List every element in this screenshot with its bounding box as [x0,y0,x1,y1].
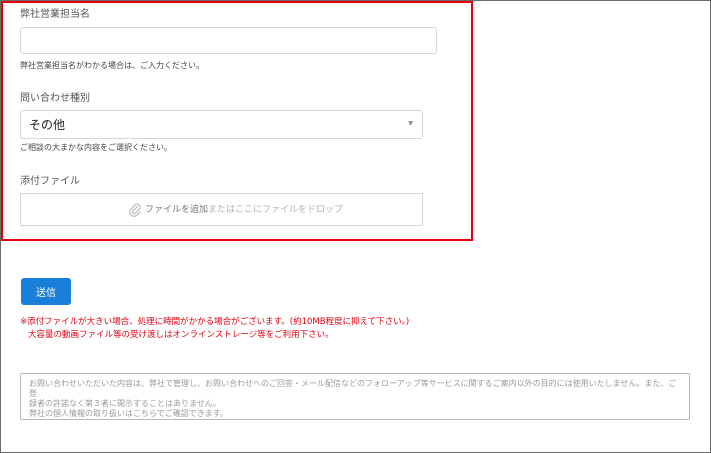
sales-rep-label: 弊社営業担当名 [20,9,90,20]
privacy-notice-box: お問い合わせいただいた内容は、弊社で管理し、お問い合わせへのご回答・メール配信な… [20,373,690,420]
file-dropzone[interactable]: ファイルを追加 またはここにファイルをドロップ [20,193,423,226]
large-file-warning: 大容量の動画ファイル等の受け渡しはオンラインストレージ等をご利用下さい。 [28,330,334,340]
privacy-text-line-1: お問い合わせいただいた内容は、弊社で管理し、お問い合わせへのご回答・メール配信な… [29,379,677,398]
sales-rep-hint: 弊社営業担当名がわかる場合は、ご入力ください。 [20,61,204,70]
sales-rep-input[interactable] [20,27,437,54]
attachment-size-warning: ※添付ファイルが大きい場合、処理に時間がかかる場合がございます。(約10MB程度… [20,317,410,327]
inquiry-type-hint: ご相談の大まかな内容をご選択ください。 [20,143,172,152]
drop-file-text: またはここにファイルをドロップ [208,205,344,215]
privacy-policy-link[interactable]: 弊社の個人情報の取り扱いはこちらでご確認できます。 [29,409,681,419]
inquiry-type-label: 問い合わせ種別 [20,93,90,104]
add-file-link[interactable]: ファイルを追加 [145,204,208,216]
attachment-label: 添付ファイル [20,176,80,187]
chevron-down-icon: ▼ [408,120,413,127]
inquiry-type-selected: その他 [29,118,66,132]
submit-button[interactable]: 送信 [21,278,71,305]
paperclip-icon [129,203,141,217]
privacy-text-line-2: 録者の許諾なく第３者に開示することはありません。 [29,399,221,408]
inquiry-type-select[interactable]: その他 ▼ [20,110,423,139]
